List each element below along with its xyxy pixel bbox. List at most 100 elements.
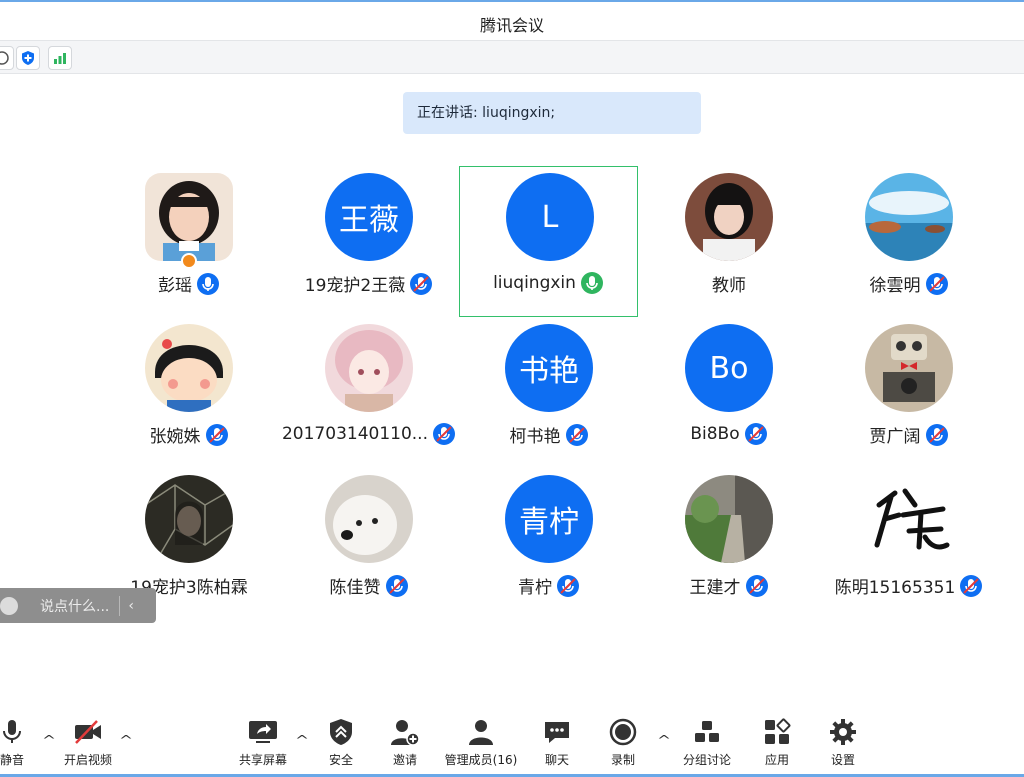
signal-icon[interactable] — [48, 46, 72, 70]
participant-name: Bi8Bo — [690, 424, 740, 444]
record-button[interactable]: 录制 — [603, 717, 643, 775]
add-user-icon — [390, 717, 420, 747]
share-label: 共享屏幕 — [238, 753, 287, 767]
participant-name: 张婉姝 — [149, 427, 201, 447]
invite-button[interactable]: 邀请 — [385, 717, 425, 775]
participant-tile[interactable]: 陈明15165351 — [819, 469, 999, 619]
chevron-up-icon[interactable]: ^ — [295, 733, 309, 747]
participant-tile[interactable]: 书艳 柯书艳 — [459, 318, 639, 468]
bottom-toolbar: 静音 ^ 开启视频 ^ 共享屏幕 ^ 安全 邀请 管理成员(16) 聊天 录制 … — [0, 707, 1024, 777]
dog-icon — [325, 475, 413, 563]
participant-name: 贾广阔 — [869, 427, 921, 447]
mic-on-icon — [580, 272, 603, 294]
participant-tile[interactable]: 徐雲明 — [819, 167, 999, 317]
participant-name: 徐雲明 — [869, 276, 921, 296]
shield-icon[interactable] — [16, 46, 40, 70]
speaking-indicator: 正在讲话: liuqingxin; — [403, 92, 701, 134]
status-bar — [0, 40, 1024, 74]
start-video-button[interactable]: 开启视频 — [58, 717, 118, 775]
participant-tile[interactable]: 青柠 青柠 — [459, 469, 639, 619]
participant-name: liuqingxin — [493, 273, 576, 293]
participant-name: 柯书艳 — [509, 427, 561, 447]
participant-tile-active[interactable]: L liuqingxin — [459, 166, 638, 317]
mic-muted-icon — [385, 574, 408, 597]
participant-tile[interactable]: 王薇 19宠护2王薇 — [279, 167, 459, 317]
participant-name: 19宠护2王薇 — [304, 276, 406, 296]
video-label: 开启视频 — [63, 753, 112, 767]
participant-name: 陈明15165351 — [834, 578, 956, 598]
chat-placeholder[interactable]: 说点什么... — [40, 596, 109, 616]
mic-muted-icon — [197, 272, 219, 295]
participant-tile[interactable]: 201703140110... — [279, 318, 459, 468]
mic-muted-icon — [960, 574, 983, 597]
share-screen-button[interactable]: 共享屏幕 — [233, 717, 293, 775]
mic-muted-icon — [557, 574, 579, 597]
participant-tile[interactable]: 张婉姝 — [99, 318, 279, 468]
settings-label: 设置 — [830, 753, 855, 767]
photo-girl-icon — [145, 173, 233, 261]
breakout-label: 分组讨论 — [682, 753, 731, 767]
participant-tile[interactable]: 王建才 — [639, 469, 819, 619]
letter-avatar: 书艳 — [505, 324, 593, 412]
host-badge-icon — [181, 253, 197, 269]
members-icon — [466, 717, 496, 747]
emoji-icon[interactable] — [0, 596, 18, 615]
mic-muted-icon — [433, 423, 455, 445]
share-screen-icon — [248, 717, 278, 747]
security-button[interactable]: 安全 — [321, 717, 361, 775]
participant-tile[interactable]: 教师 — [639, 167, 819, 317]
dark-portrait-icon — [145, 475, 233, 563]
info-icon[interactable] — [0, 46, 14, 70]
participant-tile[interactable]: 陈佳赞 — [279, 469, 459, 619]
mic-muted-icon — [925, 423, 948, 446]
chat-bubble-icon — [542, 717, 572, 747]
chevron-up-icon[interactable]: ^ — [42, 733, 56, 747]
calligraphy-icon — [865, 475, 953, 563]
anime-girl-icon — [325, 324, 413, 412]
record-label: 录制 — [610, 753, 635, 767]
invite-label: 邀请 — [392, 753, 417, 767]
microphone-icon — [0, 717, 27, 747]
letter-avatar: Bo — [685, 324, 773, 412]
window-title: 腾讯会议 — [479, 16, 544, 35]
participant-name: 王建才 — [689, 578, 741, 598]
participant-name: 201703140110... — [281, 424, 428, 444]
letter-avatar: 青柠 — [505, 475, 593, 563]
manage-members-button[interactable]: 管理成员(16) — [441, 717, 521, 775]
letter-avatar: 王薇 — [325, 173, 413, 261]
collapse-icon[interactable]: ‹ — [128, 598, 134, 614]
apps-button[interactable]: 应用 — [757, 717, 797, 775]
mic-muted-icon — [410, 272, 433, 295]
chat-input-box[interactable]: 说点什么... ‹ — [0, 588, 156, 623]
members-label: 管理成员(16) — [444, 753, 518, 767]
security-label: 安全 — [328, 753, 353, 767]
mic-muted-icon — [205, 423, 228, 446]
chevron-up-icon[interactable]: ^ — [657, 733, 671, 747]
participant-name: 彭瑶 — [158, 276, 192, 296]
divider — [119, 595, 121, 616]
photo-sky-icon — [865, 173, 953, 261]
chevron-up-icon[interactable]: ^ — [119, 733, 133, 747]
participant-name: 陈佳赞 — [329, 578, 381, 598]
robot-icon — [865, 324, 953, 412]
breakout-rooms-button[interactable]: 分组讨论 — [677, 717, 737, 775]
settings-button[interactable]: 设置 — [823, 717, 863, 775]
chat-label: 聊天 — [544, 753, 569, 767]
chat-button[interactable]: 聊天 — [537, 717, 577, 775]
participant-tile[interactable]: Bo Bi8Bo — [639, 318, 819, 468]
title-bar: 腾讯会议 — [0, 0, 1024, 40]
cartoon-girl-icon — [145, 324, 233, 412]
mic-muted-icon — [745, 574, 768, 597]
photo-woman-icon — [685, 173, 773, 261]
mic-muted-icon — [565, 423, 588, 446]
letter-avatar: L — [506, 173, 594, 261]
participant-tile[interactable]: 贾广阔 — [819, 318, 999, 468]
mute-button[interactable]: 静音 — [0, 717, 32, 775]
record-icon — [608, 717, 638, 747]
mic-muted-icon — [925, 272, 948, 295]
apps-grid-icon — [762, 717, 792, 747]
mute-label: 静音 — [0, 753, 24, 767]
camera-off-icon — [73, 717, 103, 747]
apps-label: 应用 — [764, 753, 789, 767]
participant-tile[interactable]: 彭瑶 — [99, 167, 279, 317]
